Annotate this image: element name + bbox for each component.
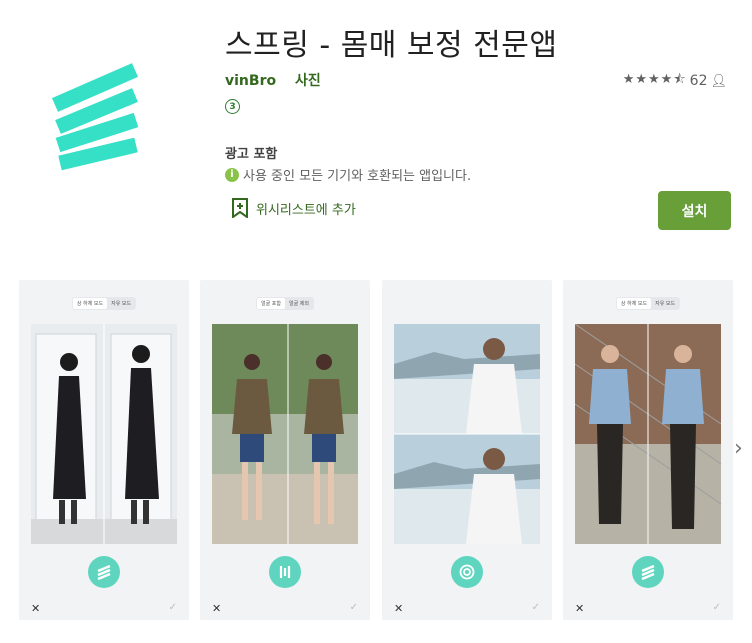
close-icon[interactable]: ✕ xyxy=(31,602,40,615)
sliders-icon[interactable] xyxy=(269,556,301,588)
mode-tab: 자유 모드 xyxy=(111,301,132,307)
rating-count: 62 xyxy=(689,73,708,89)
mode-tab: 얼굴 포함 xyxy=(257,298,285,309)
check-icon[interactable]: ✓ xyxy=(713,602,721,613)
mode-tabs: 얼굴 포함 얼굴 제외 xyxy=(256,297,314,310)
close-icon[interactable]: ✕ xyxy=(575,602,584,615)
bookmark-add-icon xyxy=(232,198,248,218)
check-icon[interactable]: ✓ xyxy=(350,602,358,613)
mode-tabs: 상 하체 모드 자유 모드 xyxy=(71,297,137,310)
developer-row: vinBro 사진 xyxy=(225,70,335,90)
screenshot-1[interactable]: 상 하체 모드 자유 모드 ✕ ✓ xyxy=(19,280,189,620)
ads-label: 광고 포함 xyxy=(225,147,278,162)
star-rating: ★★★★⯪ xyxy=(622,72,687,87)
rating: ★★★★⯪ 62 👤︎ xyxy=(623,70,727,92)
wishlist-label: 위시리스트에 추가 xyxy=(256,202,356,218)
check-icon[interactable]: ✓ xyxy=(532,602,540,613)
info-icon: i xyxy=(225,167,239,182)
screenshot-3[interactable]: ✕ ✓ xyxy=(382,280,552,620)
mode-tab: 자유 모드 xyxy=(655,301,676,307)
compatibility-notice: i 사용 중인 모든 기기와 호환되는 앱입니다. xyxy=(225,165,471,184)
category-link[interactable]: 사진 xyxy=(295,73,321,89)
close-icon[interactable]: ✕ xyxy=(212,602,221,615)
preview-photo xyxy=(212,324,358,544)
target-icon[interactable] xyxy=(451,556,483,588)
spring-icon[interactable] xyxy=(88,556,120,588)
screenshot-2[interactable]: 얼굴 포함 얼굴 제외 ✕ ✓ xyxy=(200,280,370,620)
compatibility-text: 사용 중인 모든 기기와 호환되는 앱입니다. xyxy=(243,169,472,184)
close-icon[interactable]: ✕ xyxy=(394,602,403,615)
mode-tab: 얼굴 제외 xyxy=(289,301,309,307)
developer-link[interactable]: vinBro xyxy=(225,73,276,89)
wishlist-button[interactable]: 위시리스트에 추가 xyxy=(232,198,356,218)
preview-photo xyxy=(575,324,721,544)
app-title: 스프링 - 몸매 보정 전문앱 xyxy=(225,28,558,63)
mode-tabs: 상 하체 모드 자유 모드 xyxy=(615,297,681,310)
preview-photo xyxy=(31,324,177,544)
person-icon: 👤︎ xyxy=(710,73,727,89)
spring-icon[interactable] xyxy=(632,556,664,588)
screenshot-4[interactable]: 상 하체 모드 자유 모드 ✕ ✓ xyxy=(563,280,733,620)
mode-tab: 상 하체 모드 xyxy=(616,298,652,309)
preview-photo xyxy=(394,324,540,544)
app-logo xyxy=(40,45,160,185)
chevron-right-icon[interactable]: › xyxy=(734,436,743,461)
content-rating-badge: 3 xyxy=(225,99,240,114)
mode-tab: 상 하체 모드 xyxy=(72,298,108,309)
check-icon[interactable]: ✓ xyxy=(169,602,177,613)
install-button[interactable]: 설치 xyxy=(658,191,731,230)
